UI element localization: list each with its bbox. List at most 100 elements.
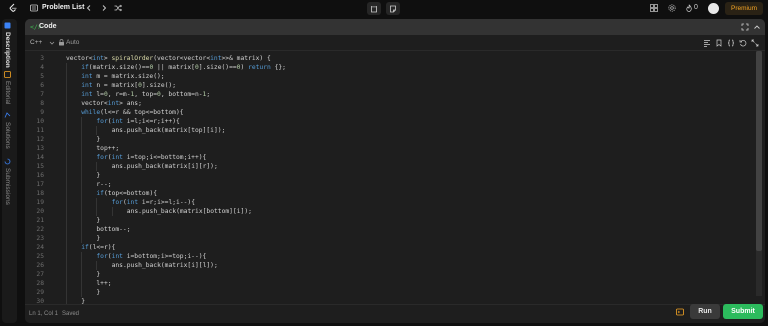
tab-submissions[interactable]: Submissions bbox=[4, 158, 11, 205]
indent-guide bbox=[81, 180, 83, 189]
grid-icon[interactable] bbox=[650, 4, 658, 12]
notes-button[interactable] bbox=[386, 2, 400, 15]
code-line[interactable]: 17 r--; bbox=[25, 180, 745, 189]
expand-icon[interactable] bbox=[751, 39, 759, 47]
code-token: ans.push_back(matrix[i][r]); bbox=[111, 163, 218, 170]
indent-guide bbox=[66, 180, 67, 189]
code-line[interactable]: 14 for(int i=top;i<=bottom;i++){ bbox=[25, 153, 745, 162]
logo-icon[interactable] bbox=[8, 3, 18, 13]
code-text: } bbox=[96, 216, 100, 225]
timer-button[interactable] bbox=[367, 2, 381, 15]
prev-arrow-icon[interactable] bbox=[85, 4, 93, 12]
scrollbar-thumb[interactable] bbox=[756, 51, 762, 251]
indent-guide bbox=[96, 261, 98, 270]
code-token: l= bbox=[92, 91, 104, 98]
code-line[interactable]: 29} bbox=[25, 288, 745, 297]
run-button[interactable]: Run bbox=[690, 304, 720, 319]
indent-guide bbox=[66, 144, 67, 153]
code-text: } bbox=[96, 270, 100, 279]
code-token: , top= bbox=[134, 91, 158, 98]
code-line[interactable]: 10 for(int i=l;i<=r;i++){ bbox=[25, 117, 745, 126]
code-line[interactable]: 19 for(int i=r;i>=l;i--){ bbox=[25, 198, 745, 207]
fire-icon[interactable] bbox=[685, 4, 693, 12]
code-line[interactable]: 6 int n = matrix[0].size(); bbox=[25, 81, 745, 90]
code-line[interactable]: 26 ans.push_back(matrix[i][l]); bbox=[25, 261, 745, 270]
code-line[interactable]: 28 l++; bbox=[25, 279, 745, 288]
code-text: ans.push_back(matrix[bottom][i]); bbox=[127, 207, 252, 216]
console-icon[interactable] bbox=[676, 308, 684, 316]
code-line[interactable]: 24 if(l<=r){ bbox=[25, 243, 745, 252]
code-line[interactable]: 18 if(top<=bottom){ bbox=[25, 189, 745, 198]
code-editor[interactable]: 3 vector<int> spiralOrder(vector<vector<i… bbox=[25, 51, 755, 308]
code-line[interactable]: 27} bbox=[25, 270, 745, 279]
language-select[interactable]: C++ bbox=[30, 39, 42, 46]
bookmark-icon[interactable] bbox=[715, 39, 723, 47]
shuffle-icon[interactable] bbox=[114, 4, 122, 12]
line-number: 12 bbox=[36, 136, 44, 143]
code-text: if(matrix.size()==0 || matrix[0].size()=… bbox=[81, 63, 286, 72]
code-line[interactable]: 15 ans.push_back(matrix[i][r]); bbox=[25, 162, 745, 171]
code-line[interactable]: 7 int l=0, r=m-1, top=0, bottom=n-1; bbox=[25, 90, 745, 99]
status-bar: Ln 1, Col 1 Saved bbox=[25, 304, 765, 323]
code-token: r--; bbox=[96, 181, 112, 188]
code-line[interactable]: 9 while(l<=r && top<=bottom){ bbox=[25, 108, 745, 117]
editor-toolbar: C++ Auto bbox=[25, 35, 765, 51]
timer-icon bbox=[371, 5, 377, 12]
line-number: 9 bbox=[40, 109, 44, 116]
code-line[interactable]: 8 vector<int> ans; bbox=[25, 99, 745, 108]
list-icon[interactable] bbox=[30, 4, 38, 12]
code-line[interactable]: 25 for(int i=bottom;i>=top;i--){ bbox=[25, 252, 745, 261]
problem-list-link[interactable]: Problem List bbox=[42, 4, 84, 11]
code-token: ans.push_back(matrix[bottom][i]); bbox=[126, 208, 252, 215]
code-line[interactable]: 21} bbox=[25, 216, 745, 225]
code-text: } bbox=[96, 234, 100, 243]
code-text: bottom--; bbox=[96, 225, 130, 234]
code-token: ) bbox=[240, 64, 249, 71]
collapse-icon[interactable] bbox=[753, 23, 761, 31]
code-line[interactable]: 11 ans.push_back(matrix[top][i]); bbox=[25, 126, 745, 135]
code-line[interactable]: 23} bbox=[25, 234, 745, 243]
maximize-icon[interactable] bbox=[741, 23, 749, 31]
line-number: 7 bbox=[40, 91, 44, 98]
code-line[interactable]: 5 int m = matrix.size(); bbox=[25, 72, 745, 81]
indent-guide bbox=[81, 252, 83, 261]
next-arrow-icon[interactable] bbox=[100, 4, 108, 12]
code-text: if(top<=bottom){ bbox=[96, 189, 157, 198]
code-token: for bbox=[111, 199, 123, 206]
tab-editorial[interactable]: Editorial bbox=[4, 71, 11, 104]
tab-submissions-label: Submissions bbox=[4, 168, 11, 205]
settings-icon[interactable] bbox=[668, 4, 676, 12]
line-number: 20 bbox=[36, 208, 44, 215]
code-line[interactable]: 4 if(matrix.size()==0 || matrix[0].size()… bbox=[25, 63, 745, 72]
indent-guide bbox=[66, 225, 67, 234]
submit-button[interactable]: Submit bbox=[723, 304, 763, 319]
code-line[interactable]: 20 ans.push_back(matrix[bottom][i]); bbox=[25, 207, 745, 216]
indent-guide bbox=[66, 72, 67, 81]
code-line[interactable]: 22 bottom--; bbox=[25, 225, 745, 234]
code-token: vector bbox=[66, 55, 89, 62]
braces-icon[interactable] bbox=[727, 39, 735, 47]
line-number: 6 bbox=[40, 82, 44, 89]
indent-guide bbox=[81, 270, 83, 279]
code-line[interactable]: 16} bbox=[25, 171, 745, 180]
avatar[interactable] bbox=[708, 3, 719, 14]
code-token: vector< bbox=[81, 100, 108, 107]
code-token: if bbox=[81, 244, 89, 251]
tab-solutions[interactable]: Solutions bbox=[4, 112, 11, 149]
code-token: } bbox=[96, 289, 101, 296]
code-token: int bbox=[210, 55, 222, 62]
code-line[interactable]: 12} bbox=[25, 135, 745, 144]
format-icon[interactable] bbox=[703, 39, 711, 47]
reset-icon[interactable] bbox=[739, 39, 747, 47]
premium-button[interactable]: Premium bbox=[725, 2, 763, 15]
code-text: while(l<=r && top<=bottom){ bbox=[81, 108, 183, 117]
line-number: 19 bbox=[36, 199, 44, 206]
code-line[interactable]: 13 top++; bbox=[25, 144, 745, 153]
auto-mode-label[interactable]: Auto bbox=[66, 39, 79, 46]
chevron-down-icon[interactable] bbox=[49, 40, 55, 46]
panel-header: </> Code bbox=[25, 19, 765, 35]
line-number: 15 bbox=[36, 163, 44, 170]
indent-guide bbox=[66, 153, 67, 162]
tab-description[interactable]: Description bbox=[4, 22, 11, 68]
code-line[interactable]: 3 vector<int> spiralOrder(vector<vector<i… bbox=[25, 54, 745, 63]
